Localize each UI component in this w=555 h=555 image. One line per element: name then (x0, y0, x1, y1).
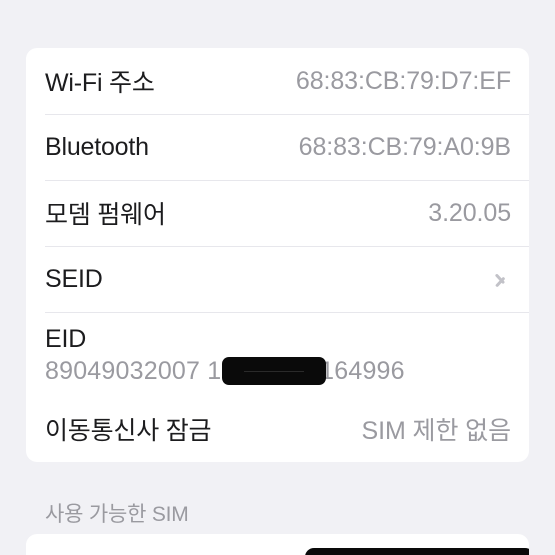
row-label: Wi-Fi 주소 (45, 69, 155, 97)
row-label: 모뎀 펌웨어 (45, 201, 166, 229)
row-label: EID (45, 325, 87, 353)
row-eid[interactable]: EID 89049032007 10134767164996 (26, 312, 529, 396)
sim-redaction-box (305, 548, 529, 555)
row-wifi-address[interactable]: Wi-Fi 주소 68:83:CB:79:D7:EF (26, 48, 529, 114)
chevron-right-icon (495, 269, 507, 289)
row-value: 68:83:CB:79:A0:9B (298, 132, 511, 161)
row-seid[interactable]: SEID (26, 246, 529, 312)
available-sim-card[interactable] (26, 534, 529, 555)
eid-value-prefix: 89049032007 1 (45, 357, 222, 385)
row-label: 이동통신사 잠금 (45, 417, 212, 445)
row-label: Bluetooth (45, 132, 149, 161)
eid-value-container: 89049032007 10134767164996 (45, 355, 511, 387)
available-sim-section-header: 사용 가능한 SIM (45, 503, 189, 526)
row-bluetooth-address[interactable]: Bluetooth 68:83:CB:79:A0:9B (26, 114, 529, 180)
row-modem-firmware[interactable]: 모뎀 펌웨어 3.20.05 (26, 180, 529, 246)
eid-redaction-box (222, 357, 326, 385)
row-carrier-lock[interactable]: 이동통신사 잠금 SIM 제한 없음 (26, 396, 529, 462)
row-value: 3.20.05 (428, 198, 511, 227)
row-value: 68:83:CB:79:D7:EF (295, 66, 511, 95)
settings-about-screen: Wi-Fi 주소 68:83:CB:79:D7:EF Bluetooth 68:… (0, 0, 555, 555)
row-value: SIM 제한 없음 (361, 417, 512, 445)
device-info-card: Wi-Fi 주소 68:83:CB:79:D7:EF Bluetooth 68:… (26, 48, 529, 462)
row-label: SEID (45, 264, 103, 293)
